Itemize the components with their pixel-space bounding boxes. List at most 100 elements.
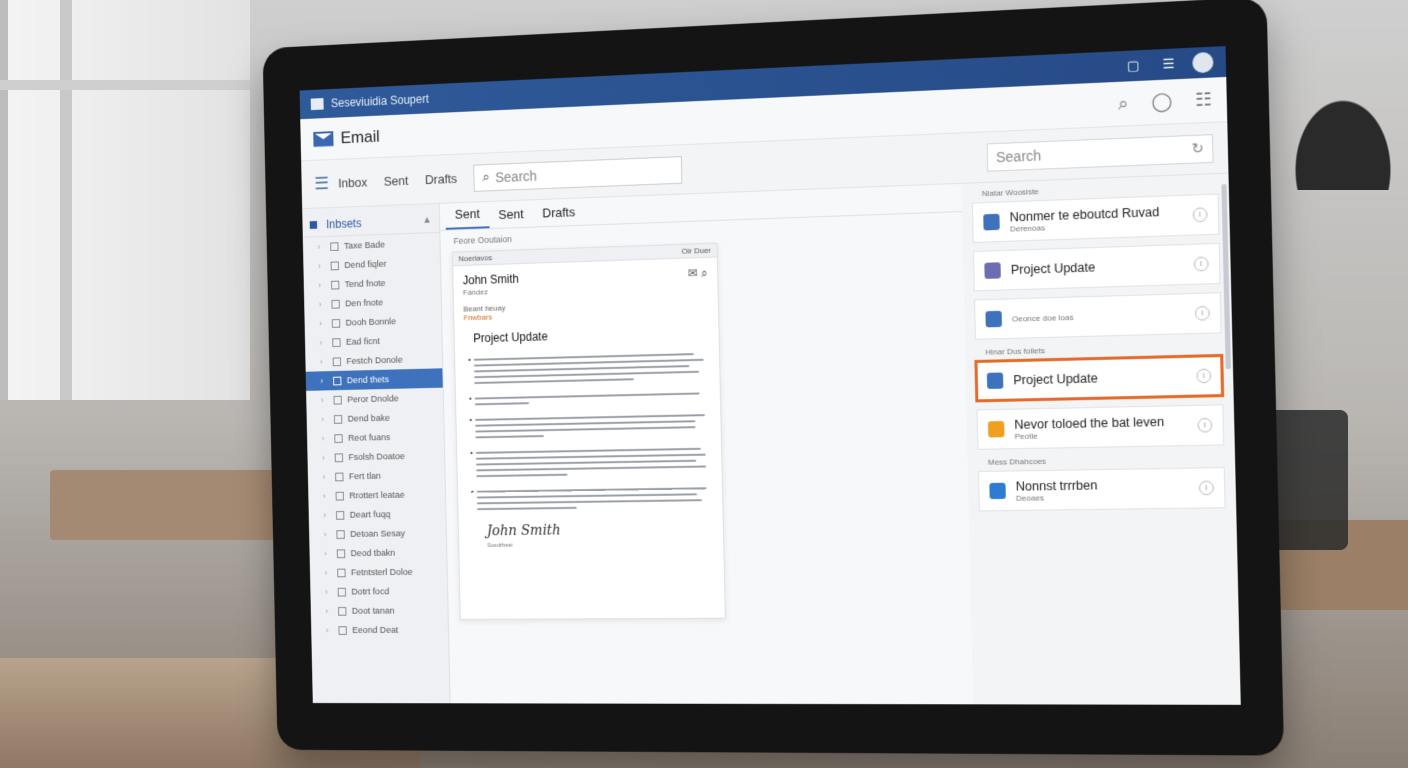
tab-sent[interactable]: Sent [445, 206, 489, 230]
file-icon [333, 357, 341, 366]
restore-icon[interactable]: ▢ [1122, 56, 1145, 75]
reply-icon[interactable]: ✉ [688, 266, 698, 280]
sidebar-item[interactable]: › Doot tanan [311, 601, 448, 621]
sidebar-item[interactable]: › Dotrt focd [310, 581, 447, 601]
sidebar-item-label: Doot tanan [352, 605, 395, 616]
message-item-subtitle: Deoaes [1016, 491, 1199, 503]
nav-inbox[interactable]: Inbox [338, 175, 367, 191]
chevron-right-icon[interactable]: › [319, 318, 328, 328]
message-paragraph: • [471, 483, 707, 514]
hamburger-icon[interactable]: ☰ [314, 174, 329, 195]
sidebar-item[interactable]: › Detoan Sesay [309, 523, 446, 544]
chevron-right-icon[interactable]: › [325, 587, 334, 597]
message-list-item[interactable]: Nevor toloed the bat leven Peotle i [977, 404, 1225, 450]
chevron-right-icon[interactable]: › [321, 395, 330, 405]
sidebar-item-label: Fsolsh Doatoe [348, 451, 404, 463]
file-icon [336, 530, 344, 539]
chevron-right-icon[interactable]: › [325, 606, 334, 616]
tab-sent-2[interactable]: Sent [489, 206, 533, 228]
sidebar-item-label: Den fnote [345, 297, 383, 309]
sidebar-item-label: Peror Dnolde [347, 393, 399, 405]
chevron-right-icon[interactable]: › [322, 433, 331, 443]
sidebar: Inbsets ▲ › Taxe Bade › Dend fiqler › Tend fn… [302, 204, 450, 703]
sidebar-item[interactable]: › Eeond Deat [311, 620, 448, 640]
notification-icon[interactable]: ◯ [1151, 91, 1172, 113]
chevron-right-icon[interactable]: › [319, 299, 328, 309]
file-icon [332, 319, 340, 328]
file-icon [338, 626, 346, 635]
info-icon[interactable]: i [1194, 257, 1209, 272]
file-icon [337, 568, 345, 577]
search-icon[interactable]: ⌕ [701, 266, 708, 280]
chevron-right-icon[interactable]: › [324, 549, 333, 559]
message-subject: Project Update [454, 315, 718, 352]
file-icon [335, 472, 343, 481]
chevron-right-icon[interactable]: › [322, 453, 331, 463]
message-paragraph: • [469, 388, 705, 409]
menu-icon[interactable]: ☰ [1157, 54, 1180, 73]
file-icon [331, 261, 339, 270]
chevron-right-icon[interactable]: › [319, 338, 328, 348]
sidebar-item[interactable]: › Fsolsh Doatoe [307, 446, 444, 468]
chevron-right-icon[interactable]: › [320, 357, 329, 367]
list-section-label: Hinar Dus follets [985, 342, 1222, 357]
sidebar-item-label: Fetntsterl Doloe [351, 567, 413, 578]
file-icon [336, 511, 344, 520]
file-icon [338, 607, 346, 616]
chevron-right-icon[interactable]: › [324, 529, 333, 539]
sender-name: John Smith [463, 272, 519, 288]
info-icon[interactable]: i [1199, 481, 1214, 496]
sidebar-header-label: Inbsets [326, 216, 362, 231]
nav-drafts[interactable]: Drafts [425, 171, 457, 187]
sidebar-item[interactable]: › Rrottert leatae [308, 484, 445, 505]
search-input[interactable]: ⌕ Search [474, 156, 683, 192]
message-list-item[interactable]: Project Update i [975, 355, 1223, 401]
message-list-item[interactable]: Nonmer te eboutcd Ruvad Derenoas i [972, 194, 1220, 243]
chevron-right-icon[interactable]: › [320, 376, 329, 386]
nav-sent[interactable]: Sent [384, 173, 409, 188]
chevron-right-icon[interactable]: › [317, 242, 326, 252]
sidebar-item-label: Dooh Bonnle [345, 316, 396, 328]
chevron-right-icon[interactable]: › [324, 568, 333, 578]
message-list-item[interactable]: Project Update i [973, 243, 1221, 292]
collapse-icon[interactable]: ▲ [422, 215, 431, 226]
background-window [0, 0, 250, 400]
info-icon[interactable]: i [1196, 369, 1211, 384]
secondary-search-input[interactable]: Search ↻ [987, 134, 1214, 172]
message-list-item[interactable]: Oeonce doe loas i [974, 292, 1222, 340]
sidebar-item[interactable]: › Deart fuqq [309, 504, 446, 525]
avatar[interactable] [1192, 52, 1213, 74]
chevron-right-icon[interactable]: › [323, 491, 332, 501]
chevron-right-icon[interactable]: › [321, 414, 330, 424]
info-icon[interactable]: i [1195, 306, 1210, 321]
settings-list-icon[interactable]: ☷ [1195, 89, 1212, 111]
message-list-item[interactable]: Nonnst trrrben Deoaes i [978, 467, 1226, 511]
chevron-right-icon[interactable]: › [323, 510, 332, 520]
message-card[interactable]: Noerlavos Oir Duer John Smith ✉ ⌕ Fandez… [452, 243, 726, 620]
chevron-right-icon[interactable]: › [318, 261, 327, 271]
background-lamp [1288, 90, 1398, 190]
scrollbar[interactable] [1221, 184, 1231, 369]
search-icon[interactable]: ⌕ [1118, 93, 1129, 115]
secondary-search-placeholder: Search [996, 147, 1041, 165]
refresh-icon[interactable]: ↻ [1191, 140, 1204, 158]
chevron-right-icon[interactable]: › [326, 625, 335, 635]
file-icon [337, 549, 345, 558]
sidebar-item-label: Taxe Bade [344, 239, 385, 251]
sidebar-item[interactable]: › Fert tlan [308, 465, 445, 487]
message-icon [987, 372, 1004, 389]
folder-icon [310, 221, 317, 229]
sidebar-item[interactable]: › Fetntsterl Doloe [310, 562, 447, 582]
info-icon[interactable]: i [1197, 418, 1212, 433]
tab-drafts[interactable]: Drafts [533, 204, 585, 226]
chevron-right-icon[interactable]: › [318, 280, 327, 290]
message-topbar-left: Noerlavos [458, 253, 492, 263]
window-icon [311, 98, 324, 110]
sidebar-item-label: Dend fiqler [344, 258, 386, 270]
chevron-right-icon[interactable]: › [322, 472, 331, 482]
sidebar-item[interactable]: › Reot fuans [307, 426, 444, 448]
sidebar-item[interactable]: › Deod tbakn [309, 543, 446, 564]
info-icon[interactable]: i [1193, 207, 1208, 222]
signature: John Smith [487, 521, 723, 539]
sidebar-item-label: Reot fuans [348, 432, 390, 443]
